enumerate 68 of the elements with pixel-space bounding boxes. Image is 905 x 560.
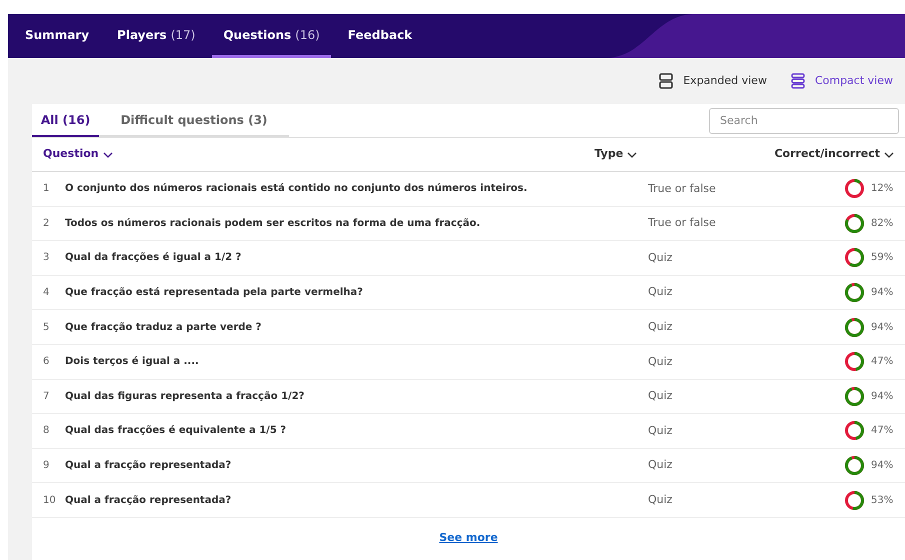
percent-text: 94% [871,320,893,335]
question-text: O conjunto dos números racionais está contido no conjunto dos números inteiros. [65,182,528,196]
row-number: 3 [43,251,50,266]
nav-tab[interactable]: Players (17) [106,14,206,58]
question-text: Que fracção está representada pela parte vermelha? [65,286,364,300]
view-toggle-button[interactable]: Compact view [790,72,893,90]
question-type: Quiz [648,250,674,266]
column-header[interactable]: Question [43,146,594,163]
question-text: Qual da fracções é igual a 1/2 ? [65,251,242,266]
view-toggle-button[interactable]: Expanded view [659,72,767,90]
donut-chart-icon [844,282,865,304]
question-text: Qual a fracção representada? [65,459,232,474]
row-number: 7 [43,390,50,404]
chevron-down-icon [102,152,113,158]
question-type: Quiz [648,492,674,508]
search-field[interactable]: Search [709,108,899,134]
percent-text: 82% [871,216,893,231]
chevron-down-icon [627,152,638,158]
chevron-down-icon [884,152,894,158]
question-type: True or false [648,215,717,232]
question-type: Quiz [648,422,674,439]
filter-tab[interactable]: Difficult questions (3) [99,104,289,137]
column-header[interactable]: Correct/incorrect [774,146,894,163]
see-more-link[interactable]: See more [439,530,498,546]
donut-chart-icon [844,490,865,511]
percent-text: 94% [871,459,893,474]
question-text: Qual a fracção representada? [65,494,232,508]
question-type: Quiz [648,284,674,300]
question-text: Que fracção traduz a parte verde ? [65,320,262,335]
question-text: Qual das fracções é equivalente a 1/5 ? [65,424,288,438]
donut-chart-icon [844,178,865,200]
row-number: 8 [43,424,50,438]
question-type: Quiz [648,457,674,474]
row-number: 1 [43,182,50,196]
three-rows-icon [790,73,805,89]
row-number: 5 [43,320,50,335]
donut-chart-icon [844,316,865,338]
donut-chart-icon [844,455,865,476]
row-number: 4 [43,286,50,300]
row-number: 9 [43,459,50,474]
donut-chart-icon [844,386,865,407]
column-header[interactable]: Type [594,146,774,163]
donut-chart-icon [844,420,865,442]
percent-text: 12% [871,182,893,196]
question-text: Todos os números racionais podem ser escritos na forma de uma fracção. [65,216,482,231]
question-type: Quiz [648,388,674,404]
row-number: 6 [43,355,50,370]
row-number: 2 [43,216,50,231]
question-type: Quiz [648,318,674,335]
percent-text: 59% [871,251,893,266]
donut-chart-icon [844,247,865,268]
question-text: Qual das figuras representa a fracção 1/2? [65,390,306,404]
nav-tab[interactable]: Summary [14,14,100,58]
two-rows-icon [659,73,674,89]
percent-text: 47% [871,355,893,370]
question-text: Dois terços é igual a .... [65,355,200,370]
nav-tab[interactable]: Questions (16) [212,14,331,58]
donut-chart-icon [844,212,865,234]
percent-text: 94% [871,390,893,404]
percent-text: 94% [871,286,893,300]
question-type: True or false [648,180,717,197]
percent-text: 53% [871,494,893,508]
question-type: Quiz [648,354,674,370]
donut-chart-icon [844,351,865,372]
nav-tab[interactable]: Feedback [336,14,424,58]
row-number: 10 [43,494,57,508]
filter-tab[interactable]: All (16) [32,104,99,137]
percent-text: 47% [871,424,893,438]
